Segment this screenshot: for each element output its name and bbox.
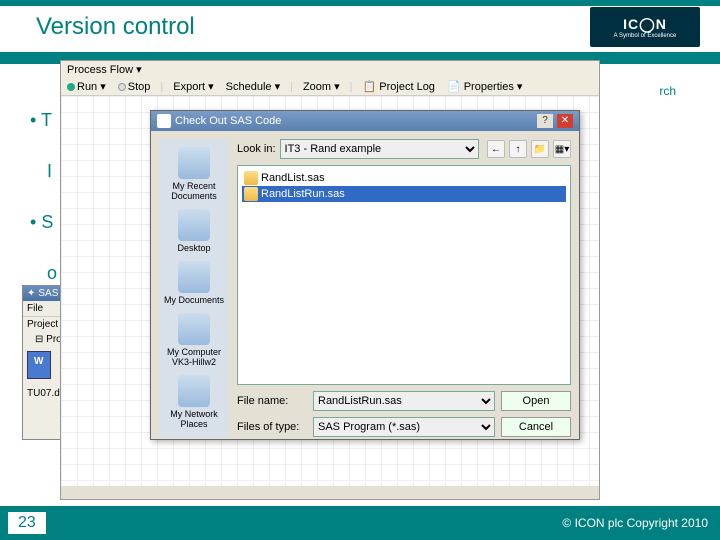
slide-bullets: • T I • S o — [30, 110, 57, 314]
zoom-button[interactable]: Zoom ▾ — [301, 80, 342, 93]
places-bar: My Recent Documents Desktop My Documents… — [159, 139, 229, 437]
mydocs-icon — [178, 261, 210, 293]
file-item[interactable]: RandList.sas — [242, 170, 566, 186]
views-button[interactable]: ▦▾ — [553, 140, 571, 158]
project-log-button[interactable]: 📋 Project Log — [361, 80, 437, 93]
page-number: 23 — [8, 512, 46, 534]
close-button[interactable]: ✕ — [557, 114, 573, 128]
cancel-button[interactable]: Cancel — [501, 417, 571, 437]
place-network[interactable]: My Network Places — [161, 375, 227, 429]
desktop-icon — [178, 209, 210, 241]
header-fragment: rch — [659, 84, 676, 98]
dialog-titlebar: Check Out SAS Code ? ✕ — [151, 111, 579, 131]
place-mycomputer[interactable]: My Computer VK3-Hillw2 — [161, 313, 227, 367]
run-button[interactable]: Run ▾ — [65, 80, 108, 93]
process-flow-toolbar: Run ▾ Stop | Export ▾ Schedule ▾ | Zoom … — [61, 78, 599, 96]
new-folder-button[interactable]: 📁 — [531, 140, 549, 158]
file-item[interactable]: RandListRun.sas — [242, 186, 566, 202]
place-recent[interactable]: My Recent Documents — [161, 147, 227, 201]
up-button[interactable]: ↑ — [509, 140, 527, 158]
separator: | — [290, 81, 293, 93]
place-mydocs[interactable]: My Documents — [161, 261, 227, 305]
sas-icon: ✦ — [27, 288, 35, 299]
play-icon — [67, 83, 75, 91]
recent-icon — [178, 147, 210, 179]
sas-file-icon — [244, 171, 258, 185]
stop-icon — [118, 83, 126, 91]
slide-title: Version control — [36, 13, 590, 41]
properties-button[interactable]: 📄 Properties ▾ — [445, 80, 524, 93]
filename-label: File name: — [237, 395, 307, 407]
computer-icon — [178, 313, 210, 345]
copyright: © ICON plc Copyright 2010 — [562, 516, 708, 530]
logo-text: IC◯N — [623, 16, 667, 33]
network-icon — [178, 375, 210, 407]
process-flow-title[interactable]: Process Flow ▾ — [61, 61, 599, 78]
back-button[interactable]: ← — [487, 140, 505, 158]
icon-logo: IC◯N A Symbol of Excellence — [590, 7, 700, 47]
export-button[interactable]: Export ▾ — [171, 80, 215, 93]
lookin-dropdown[interactable]: IT3 - Rand example — [280, 139, 479, 159]
help-button[interactable]: ? — [537, 114, 553, 128]
separator: | — [160, 81, 163, 93]
open-button[interactable]: Open — [501, 391, 571, 411]
filetype-label: Files of type: — [237, 421, 307, 433]
sas-file-icon — [244, 187, 258, 201]
lookin-label: Look in: — [237, 143, 276, 155]
dialog-title-text: Check Out SAS Code — [175, 115, 281, 127]
place-desktop[interactable]: Desktop — [161, 209, 227, 253]
filename-field[interactable]: RandListRun.sas — [313, 391, 495, 411]
schedule-button[interactable]: Schedule ▾ — [224, 80, 282, 93]
logo-subtitle: A Symbol of Excellence — [614, 33, 677, 39]
dialog-icon — [157, 114, 171, 128]
filetype-dropdown[interactable]: SAS Program (*.sas) — [313, 417, 495, 437]
slide-footer: 23 © ICON plc Copyright 2010 — [0, 506, 720, 540]
check-out-dialog: Check Out SAS Code ? ✕ My Recent Documen… — [150, 110, 580, 440]
separator: | — [350, 81, 353, 93]
file-list[interactable]: RandList.sas RandListRun.sas — [237, 165, 571, 385]
stop-button[interactable]: Stop — [116, 81, 153, 93]
word-doc-icon[interactable] — [27, 351, 51, 379]
